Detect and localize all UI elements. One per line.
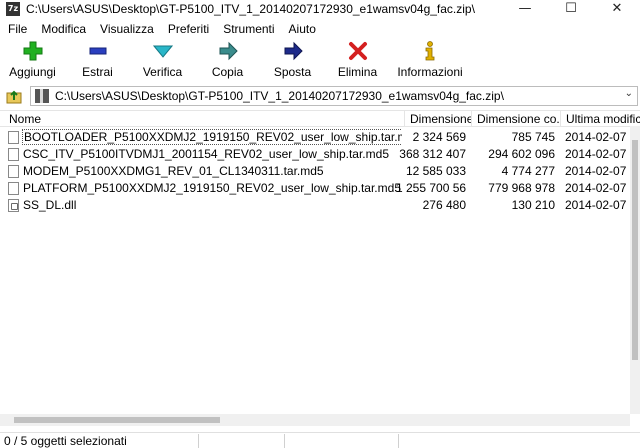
file-packed-size: 785 745	[476, 129, 555, 146]
file-modified: 2014-02-07 17:	[565, 129, 640, 146]
selection-status: 0 / 5 oggetti selezionati	[4, 434, 127, 448]
file-icon	[8, 148, 19, 161]
file-packed-size: 294 602 096	[476, 146, 555, 163]
file-modified: 2014-02-07 17:	[565, 197, 640, 214]
file-packed-size: 779 968 978	[476, 180, 555, 197]
folder-up-button[interactable]	[4, 86, 24, 106]
horizontal-scrollbar[interactable]	[0, 414, 630, 426]
info-button[interactable]: Informazioni	[390, 40, 470, 79]
file-packed-size: 4 774 277	[476, 163, 555, 180]
status-divider	[398, 434, 399, 448]
menu-preferiti[interactable]: Preferiti	[161, 20, 216, 38]
horizontal-scroll-thumb[interactable]	[14, 417, 220, 423]
copy-arrow-icon	[217, 40, 239, 62]
app-icon: 7z	[6, 2, 20, 16]
file-icon	[8, 182, 19, 195]
path-combobox[interactable]: C:\Users\ASUS\Desktop\GT-P5100_ITV_1_201…	[30, 86, 638, 106]
file-row[interactable]: PLATFORM_P5100XXDMJ2_1919150_REV02_user_…	[0, 180, 640, 197]
copy-label: Copia	[212, 65, 243, 79]
test-button[interactable]: Verifica	[130, 40, 195, 79]
info-icon	[419, 40, 441, 62]
copy-button[interactable]: Copia	[195, 40, 260, 79]
file-row[interactable]: CSC_ITV_P5100ITVDMJ1_2001154_REV02_user_…	[0, 146, 640, 163]
file-name: CSC_ITV_P5100ITVDMJ1_2001154_REV02_user_…	[22, 146, 402, 163]
path-text: C:\Users\ASUS\Desktop\GT-P5100_ITV_1_201…	[55, 89, 504, 103]
status-divider	[198, 434, 199, 448]
delete-label: Elimina	[338, 65, 377, 79]
file-name: SS_DL.dll	[22, 197, 402, 214]
minimize-button[interactable]: —	[502, 0, 548, 18]
column-header-size[interactable]: Dimensione	[405, 111, 471, 127]
extract-button[interactable]: Estrai	[65, 40, 130, 79]
title-bar: 7z C:\Users\ASUS\Desktop\GT-P5100_ITV_1_…	[0, 0, 640, 18]
column-header-modified[interactable]: Ultima modific	[561, 111, 640, 127]
menu-visualizza[interactable]: Visualizza	[93, 20, 161, 38]
menu-modifica[interactable]: Modifica	[34, 20, 93, 38]
chevron-down-icon[interactable]: ⌄	[625, 88, 633, 99]
delete-button[interactable]: Elimina	[325, 40, 390, 79]
status-bar: 0 / 5 oggetti selezionati	[0, 432, 640, 448]
dll-file-icon	[8, 199, 19, 212]
file-size: 2 324 569	[396, 129, 466, 146]
menu-aiuto[interactable]: Aiuto	[282, 20, 323, 38]
file-modified: 2014-02-07 17:	[565, 180, 640, 197]
plus-icon	[22, 40, 44, 62]
window-controls: — ☐ ✕	[502, 0, 640, 18]
vertical-scrollbar[interactable]	[630, 126, 640, 414]
column-header-name[interactable]: Nome	[4, 111, 344, 127]
list-header: Nome Dimensione Dimensione co... Ultima …	[0, 111, 640, 127]
maximize-button[interactable]: ☐	[548, 0, 594, 18]
column-header-packed-size[interactable]: Dimensione co...	[472, 111, 560, 127]
menu-file[interactable]: File	[0, 20, 34, 38]
file-size: 1 255 700 567	[396, 180, 466, 197]
folder-up-icon	[6, 88, 22, 104]
check-icon	[152, 40, 174, 62]
menu-strumenti[interactable]: Strumenti	[216, 20, 281, 38]
file-size: 368 312 407	[396, 146, 466, 163]
zip-archive-icon	[35, 89, 49, 103]
file-name: BOOTLOADER_P5100XXDMJ2_1919150_REV02_use…	[22, 129, 402, 146]
file-row[interactable]: BOOTLOADER_P5100XXDMJ2_1919150_REV02_use…	[0, 129, 640, 146]
delete-x-icon	[347, 40, 369, 62]
move-arrow-icon	[282, 40, 304, 62]
add-label: Aggiungi	[9, 65, 56, 79]
toolbar: Aggiungi Estrai Verifica Copia Sposta El…	[0, 40, 640, 82]
minus-icon	[87, 40, 109, 62]
move-label: Sposta	[274, 65, 311, 79]
file-modified: 2014-02-07 17:	[565, 163, 640, 180]
menu-bar: File Modifica Visualizza Preferiti Strum…	[0, 20, 640, 38]
file-modified: 2014-02-07 17:	[565, 146, 640, 163]
file-name: MODEM_P5100XXDMG1_REV_01_CL1340311.tar.m…	[22, 163, 402, 180]
file-name: PLATFORM_P5100XXDMJ2_1919150_REV02_user_…	[22, 180, 402, 197]
add-button[interactable]: Aggiungi	[0, 40, 65, 79]
status-divider	[284, 434, 285, 448]
file-list: Nome Dimensione Dimensione co... Ultima …	[0, 110, 640, 415]
vertical-scroll-thumb[interactable]	[632, 140, 638, 360]
address-bar: C:\Users\ASUS\Desktop\GT-P5100_ITV_1_201…	[0, 86, 640, 106]
info-label: Informazioni	[397, 65, 462, 79]
close-button[interactable]: ✕	[594, 0, 640, 18]
file-row[interactable]: MODEM_P5100XXDMG1_REV_01_CL1340311.tar.m…	[0, 163, 640, 180]
file-size: 12 585 033	[396, 163, 466, 180]
move-button[interactable]: Sposta	[260, 40, 325, 79]
window-title: C:\Users\ASUS\Desktop\GT-P5100_ITV_1_201…	[26, 2, 475, 16]
file-packed-size: 130 210	[476, 197, 555, 214]
file-icon	[8, 165, 19, 178]
extract-label: Estrai	[82, 65, 113, 79]
file-size: 276 480	[396, 197, 466, 214]
test-label: Verifica	[143, 65, 182, 79]
file-icon	[8, 131, 19, 144]
file-row[interactable]: SS_DL.dll 276 480 130 210 2014-02-07 17:	[0, 197, 640, 214]
